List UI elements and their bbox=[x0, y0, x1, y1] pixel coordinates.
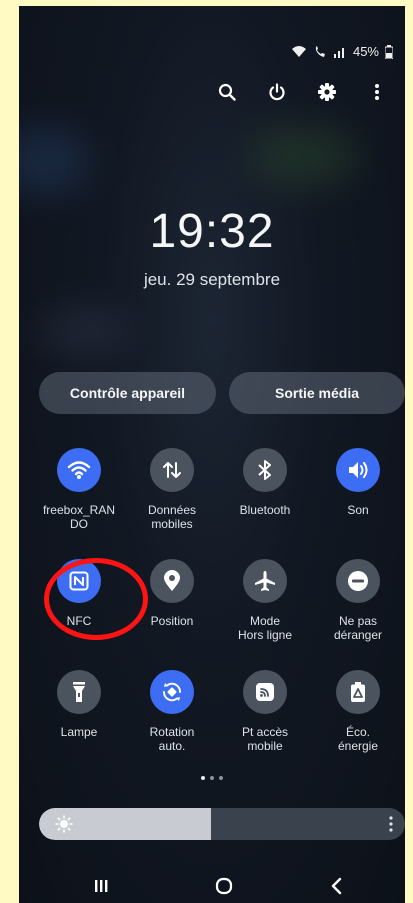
tile-label: Pt accès mobile bbox=[241, 725, 289, 753]
tile-airplane-mode[interactable]: Mode Hors ligne bbox=[220, 559, 310, 642]
sound-icon bbox=[336, 448, 380, 492]
clock-date: jeu. 29 septembre bbox=[143, 270, 281, 289]
power-saving-icon bbox=[336, 670, 380, 714]
wifi-calling-icon bbox=[315, 45, 325, 57]
search-icon[interactable] bbox=[213, 78, 241, 106]
wallpaper-blur bbox=[39, 306, 129, 356]
bluetooth-icon bbox=[243, 448, 287, 492]
media-output-button[interactable]: Sortie média bbox=[229, 372, 405, 414]
wallpaper-blur bbox=[19, 126, 89, 196]
status-bar: 45% bbox=[291, 44, 393, 59]
flashlight-icon bbox=[57, 670, 101, 714]
tile-label: Lampe bbox=[60, 725, 98, 739]
page-dot bbox=[210, 776, 214, 780]
page-dot bbox=[219, 776, 223, 780]
top-actions bbox=[213, 78, 391, 106]
brightness-slider[interactable] bbox=[39, 808, 405, 840]
back-icon[interactable] bbox=[316, 866, 356, 903]
tile-do-not-disturb[interactable]: Ne pas déranger bbox=[313, 559, 403, 642]
tile-nfc[interactable]: NFC bbox=[34, 559, 124, 628]
wifi-icon bbox=[57, 448, 101, 492]
signal-icon bbox=[333, 47, 344, 58]
auto-rotate-icon bbox=[150, 670, 194, 714]
mobile-data-icon bbox=[150, 448, 194, 492]
tile-wifi[interactable]: freebox_RAN DO bbox=[34, 448, 124, 531]
do-not-disturb-icon bbox=[336, 559, 380, 603]
brightness-more-icon[interactable] bbox=[389, 816, 393, 832]
quick-settings-panel: 45% 19:32 jeu. 29 septembre Contrôle app… bbox=[19, 6, 405, 903]
airplane-icon bbox=[243, 559, 287, 603]
navigation-bar bbox=[19, 866, 405, 903]
tile-label: Bluetooth bbox=[239, 503, 291, 517]
wallpaper-blur bbox=[249, 126, 359, 186]
tile-label: Données mobiles bbox=[147, 503, 197, 531]
device-control-button[interactable]: Contrôle appareil bbox=[39, 372, 216, 414]
home-icon[interactable] bbox=[204, 866, 244, 903]
wifi-icon bbox=[291, 45, 306, 57]
tile-hotspot[interactable]: Pt accès mobile bbox=[220, 670, 310, 753]
battery-percentage: 45% bbox=[352, 44, 379, 59]
tile-power-saving[interactable]: Éco. énergie bbox=[313, 670, 403, 753]
tile-label: NFC bbox=[66, 614, 92, 628]
page-indicator bbox=[19, 776, 405, 780]
power-icon[interactable] bbox=[263, 78, 291, 106]
tile-label: freebox_RAN DO bbox=[42, 503, 116, 531]
tile-label: Éco. énergie bbox=[337, 725, 379, 753]
tile-label: Son bbox=[347, 503, 369, 517]
tile-label: Rotation auto. bbox=[149, 725, 195, 753]
location-icon bbox=[150, 559, 194, 603]
more-vert-icon[interactable] bbox=[363, 78, 391, 106]
tile-location[interactable]: Position bbox=[127, 559, 217, 628]
tile-bluetooth[interactable]: Bluetooth bbox=[220, 448, 310, 517]
tile-mobile-data[interactable]: Données mobiles bbox=[127, 448, 217, 531]
tile-label: Ne pas déranger bbox=[333, 614, 383, 642]
tile-label: Mode Hors ligne bbox=[237, 614, 293, 642]
brightness-icon bbox=[55, 815, 73, 833]
tile-label: Position bbox=[150, 614, 194, 628]
battery-icon bbox=[385, 44, 393, 59]
nfc-icon bbox=[57, 559, 101, 603]
page-dot bbox=[201, 776, 205, 780]
hotspot-icon bbox=[243, 670, 287, 714]
clock-time: 19:32 bbox=[149, 205, 275, 258]
recents-icon[interactable] bbox=[81, 866, 121, 903]
settings-icon[interactable] bbox=[313, 78, 341, 106]
tile-flashlight[interactable]: Lampe bbox=[34, 670, 124, 739]
tile-sound[interactable]: Son bbox=[313, 448, 403, 517]
tile-auto-rotate[interactable]: Rotation auto. bbox=[127, 670, 217, 753]
